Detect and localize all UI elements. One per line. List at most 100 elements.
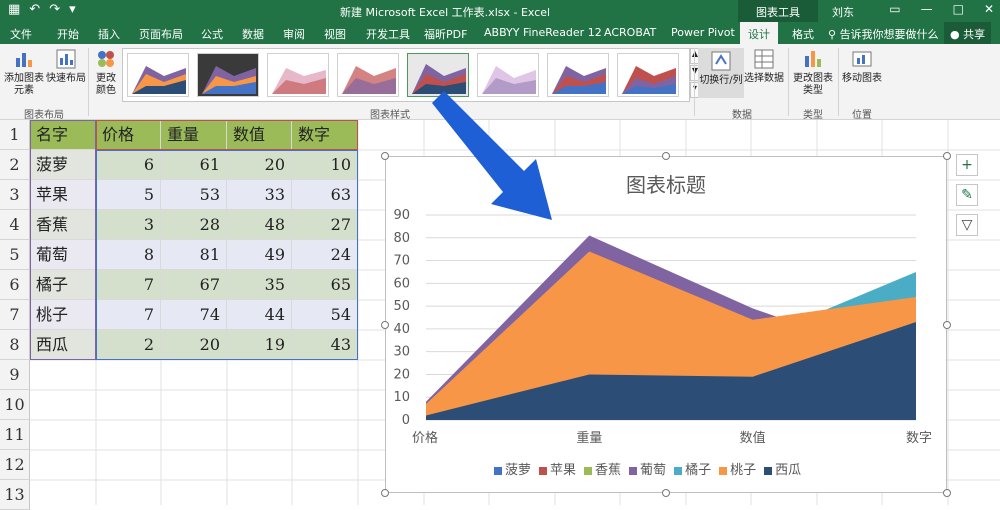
minimize-icon[interactable]: — [921,2,933,16]
data-cell[interactable]: 6 [96,150,161,180]
chart-style-6[interactable] [477,53,539,97]
data-cell[interactable]: 54 [292,300,358,330]
row-header[interactable]: 6 [0,270,30,300]
legend-item[interactable]: 香蕉 [584,459,621,478]
name-cell[interactable]: 西瓜 [30,330,96,360]
share-button[interactable]: ● 共享 [944,22,992,44]
data-cell[interactable]: 35 [227,270,292,300]
tab-foxit-pdf[interactable]: 福昕PDF [424,26,467,42]
tab-power-pivot[interactable]: Power Pivot [671,26,735,39]
close-icon[interactable]: ✕ [984,2,994,16]
chart-style-2[interactable] [197,53,259,97]
tell-me-search[interactable]: ⚲ 告诉我你想要做什么 [828,26,939,42]
row-header[interactable]: 5 [0,240,30,270]
row-header[interactable]: 9 [0,360,30,390]
legend-item[interactable]: 菠萝 [494,459,531,478]
user-name[interactable]: 刘东 [832,4,854,20]
name-cell[interactable]: 香蕉 [30,210,96,240]
row-header[interactable]: 1 [0,120,30,150]
tab-formulas[interactable]: 公式 [201,26,223,42]
data-cell[interactable]: 19 [227,330,292,360]
row-header[interactable]: 2 [0,150,30,180]
name-cell[interactable]: 橘子 [30,270,96,300]
tab-acrobat[interactable]: ACROBAT [604,26,656,39]
resize-handle[interactable] [943,152,951,160]
chart-style-7[interactable] [547,53,609,97]
chart-elements-plus-icon[interactable]: + [956,154,978,176]
area-chart[interactable]: 图表标题 0 10 20 30 40 50 60 70 80 90 价格 重量 数值 数字 菠萝 苹果 香蕉葡… [385,156,947,493]
data-cell[interactable]: 53 [161,180,227,210]
data-cell[interactable]: 5 [96,180,161,210]
data-cell[interactable]: 49 [227,240,292,270]
data-cell[interactable]: 20 [161,330,227,360]
chart-style-5[interactable] [407,53,469,97]
legend-item[interactable]: 橘子 [674,459,711,478]
tab-design[interactable]: 设计 [740,22,778,44]
data-cell[interactable]: 3 [96,210,161,240]
data-cell[interactable]: 61 [161,150,227,180]
header-cell[interactable]: 重量 [161,120,227,150]
row-header[interactable]: 10 [0,390,30,420]
resize-handle[interactable] [943,321,951,329]
data-cell[interactable]: 24 [292,240,358,270]
resize-handle[interactable] [662,489,670,497]
data-cell[interactable]: 33 [227,180,292,210]
name-cell[interactable]: 桃子 [30,300,96,330]
row-header[interactable]: 8 [0,330,30,360]
data-cell[interactable]: 8 [96,240,161,270]
data-cell[interactable]: 74 [161,300,227,330]
tab-home[interactable]: 开始 [57,26,79,42]
row-header[interactable]: 13 [0,480,30,510]
quick-layout-button[interactable]: 快速布局 [46,48,86,85]
tab-data[interactable]: 数据 [242,26,264,42]
move-chart-button[interactable]: 移动图表 [840,48,884,85]
data-cell[interactable]: 81 [161,240,227,270]
change-colors-button[interactable]: 更改颜色 [92,48,120,97]
add-chart-element-button[interactable]: 添加图表元素 [2,48,46,97]
tab-file[interactable]: 文件 [10,26,32,42]
data-cell[interactable]: 48 [227,210,292,240]
data-cell[interactable]: 44 [227,300,292,330]
name-cell[interactable]: 菠萝 [30,150,96,180]
name-cell[interactable]: 葡萄 [30,240,96,270]
tab-format[interactable]: 格式 [792,26,814,42]
data-cell[interactable]: 65 [292,270,358,300]
header-cell[interactable]: 价格 [96,120,161,150]
legend-item[interactable]: 葡萄 [629,459,666,478]
tab-abbyy[interactable]: ABBYY FineReader 12 [484,26,602,39]
chart-style-1[interactable] [127,53,189,97]
tab-page-layout[interactable]: 页面布局 [139,26,183,42]
data-cell[interactable]: 20 [227,150,292,180]
header-cell[interactable]: 名字 [30,120,96,150]
data-cell[interactable]: 7 [96,270,161,300]
data-cell[interactable]: 7 [96,300,161,330]
customize-quick-access-icon[interactable]: ▾ [69,2,76,17]
data-cell[interactable]: 63 [292,180,358,210]
legend-item[interactable]: 苹果 [539,459,576,478]
restore-icon[interactable]: □ [953,2,964,16]
select-data-button[interactable]: 选择数据 [744,48,784,85]
redo-icon[interactable]: ↷ [49,2,60,17]
data-cell[interactable]: 43 [292,330,358,360]
chart-style-3[interactable] [267,53,329,97]
tab-developer[interactable]: 开发工具 [366,26,410,42]
undo-icon[interactable]: ↶ [29,2,40,17]
data-cell[interactable]: 2 [96,330,161,360]
data-cell[interactable]: 28 [161,210,227,240]
resize-handle[interactable] [381,321,389,329]
chart-styles-brush-icon[interactable]: ✎ [956,184,978,206]
legend-item[interactable]: 桃子 [719,459,756,478]
row-header[interactable]: 12 [0,450,30,480]
resize-handle[interactable] [943,489,951,497]
row-header[interactable]: 3 [0,180,30,210]
resize-handle[interactable] [381,152,389,160]
data-cell[interactable]: 67 [161,270,227,300]
row-header[interactable]: 7 [0,300,30,330]
save-icon[interactable]: ▦ [8,2,20,17]
tab-view[interactable]: 视图 [324,26,346,42]
change-chart-type-button[interactable]: 更改图表类型 [792,48,834,97]
header-cell[interactable]: 数字 [292,120,358,150]
switch-row-column-button[interactable]: 切换行/列 [698,48,744,98]
chart-style-8[interactable] [617,53,679,97]
ribbon-display-icon[interactable]: ▭ [889,2,900,16]
